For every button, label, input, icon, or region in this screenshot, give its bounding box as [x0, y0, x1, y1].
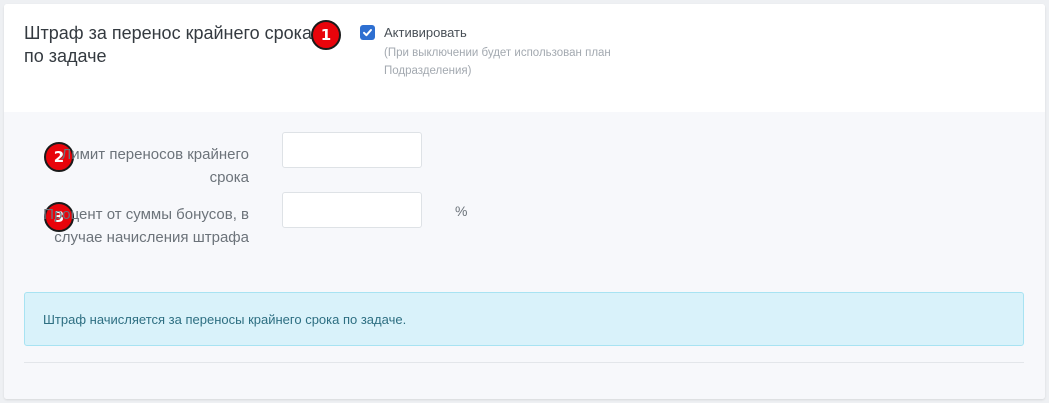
percent-unit: %: [455, 203, 468, 219]
percent-label: Процент от суммы бонусов, в случае начис…: [43, 206, 249, 246]
activate-label[interactable]: Активировать: [384, 25, 467, 41]
info-alert-text: Штраф начисляется за переносы крайнего с…: [43, 311, 407, 327]
settings-panel: Штраф за перенос крайнего срока по задач…: [4, 4, 1045, 399]
checkmark-icon: [363, 29, 372, 37]
percent-input[interactable]: [282, 192, 422, 228]
section-header: Штраф за перенос крайнего срока по задач…: [4, 4, 1045, 112]
annotation-badge-1: 1: [311, 20, 341, 50]
activate-checkbox[interactable]: [360, 25, 375, 40]
info-alert: Штраф начисляется за переносы крайнего с…: [24, 292, 1024, 346]
limit-input[interactable]: [282, 132, 422, 168]
limit-label: Лимит переносов крайнего срока: [61, 146, 249, 186]
divider: [24, 362, 1024, 363]
section-title: Штраф за перенос крайнего срока по задач…: [24, 23, 312, 66]
activate-hint: (При выключении будет использован план П…: [384, 47, 611, 77]
